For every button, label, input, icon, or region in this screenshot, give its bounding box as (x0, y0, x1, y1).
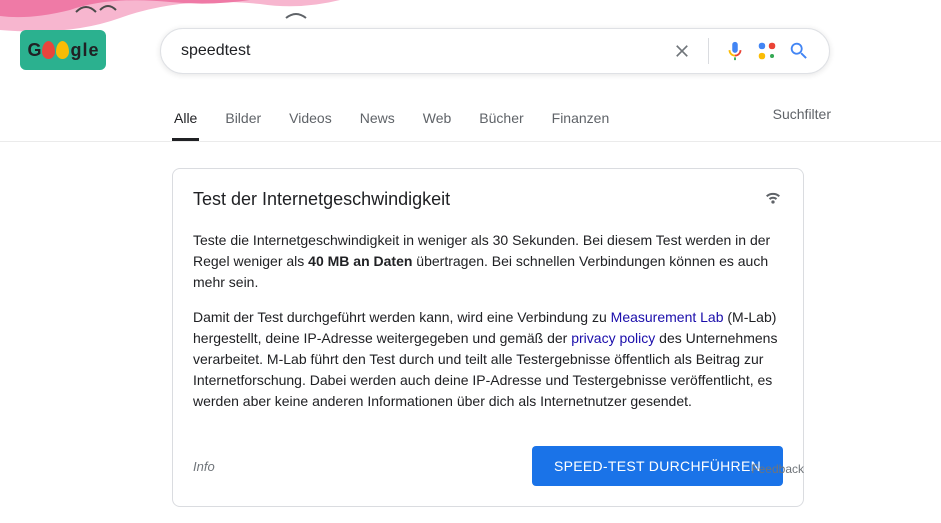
card-body: Teste die Internetgeschwindigkeit in wen… (173, 226, 803, 436)
google-doodle-logo[interactable]: G g l e (20, 30, 106, 70)
link-privacy-policy[interactable]: privacy policy (571, 330, 655, 346)
tabs-container: Alle Bilder Videos News Web Bücher Finan… (0, 98, 941, 142)
tab-news[interactable]: News (358, 106, 397, 138)
tabs: Alle Bilder Videos News Web Bücher Finan… (172, 98, 611, 142)
tab-books[interactable]: Bücher (477, 106, 525, 138)
search-icon[interactable] (787, 39, 811, 63)
card-paragraph-1: Teste die Internetgeschwindigkeit in wen… (193, 230, 783, 293)
camera-icon[interactable] (755, 39, 779, 63)
card-title: Test der Internetgeschwindigkeit (193, 189, 450, 210)
tab-web[interactable]: Web (421, 106, 454, 138)
tab-videos[interactable]: Videos (287, 106, 334, 138)
search-divider (708, 38, 709, 64)
logo-balloons: G g l e (27, 40, 98, 61)
speedtest-card: Test der Internetgeschwindigkeit Teste d… (172, 168, 804, 507)
wifi-icon (763, 187, 783, 212)
clear-icon[interactable] (670, 39, 694, 63)
card-paragraph-2: Damit der Test durchgeführt werden kann,… (193, 307, 783, 412)
feedback-link[interactable]: Feedback (172, 462, 804, 476)
tab-images[interactable]: Bilder (223, 106, 263, 138)
search-input[interactable] (181, 42, 666, 60)
search-bar (160, 28, 830, 74)
tab-finance[interactable]: Finanzen (550, 106, 612, 138)
mic-icon[interactable] (723, 39, 747, 63)
link-measurement-lab[interactable]: Measurement Lab (611, 309, 724, 325)
search-filters[interactable]: Suchfilter (773, 106, 831, 122)
tab-all[interactable]: Alle (172, 106, 199, 141)
